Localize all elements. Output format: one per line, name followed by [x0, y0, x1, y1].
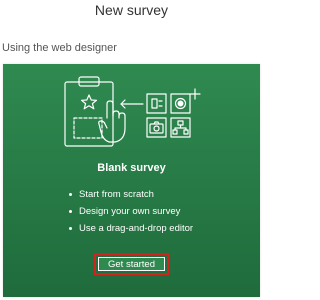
camera-icon — [146, 117, 167, 138]
section-label: Using the web designer — [2, 42, 117, 54]
dashed-placeholder-box — [73, 117, 103, 139]
list-item-label: Use a drag-and-drop editor — [79, 223, 194, 234]
bullet-icon — [69, 193, 72, 196]
feature-list: Start from scratch Design your own surve… — [69, 186, 193, 237]
blank-survey-illustration — [64, 76, 201, 147]
question-type-icon — [146, 93, 167, 114]
list-item: Design your own survey — [69, 203, 193, 220]
hand-pointer-icon — [98, 100, 126, 143]
list-item-label: Design your own survey — [79, 206, 181, 217]
plus-icon — [189, 88, 201, 100]
radio-button-icon — [170, 93, 191, 114]
get-started-highlight: Get started — [94, 253, 169, 275]
clipboard-icon — [64, 76, 114, 147]
list-item: Use a drag-and-drop editor — [69, 220, 193, 237]
get-started-button[interactable]: Get started — [98, 257, 165, 271]
bullet-icon — [69, 210, 72, 213]
list-item: Start from scratch — [69, 186, 193, 203]
drag-arrow — [120, 99, 144, 109]
star-icon — [80, 94, 98, 110]
hierarchy-icon — [170, 117, 191, 138]
bullet-icon — [69, 227, 72, 230]
list-item-label: Start from scratch — [79, 189, 154, 200]
page-title: New survey — [94, 2, 169, 18]
blank-survey-card[interactable]: Blank survey Start from scratch Design y… — [3, 64, 260, 297]
card-title: Blank survey — [97, 162, 166, 174]
